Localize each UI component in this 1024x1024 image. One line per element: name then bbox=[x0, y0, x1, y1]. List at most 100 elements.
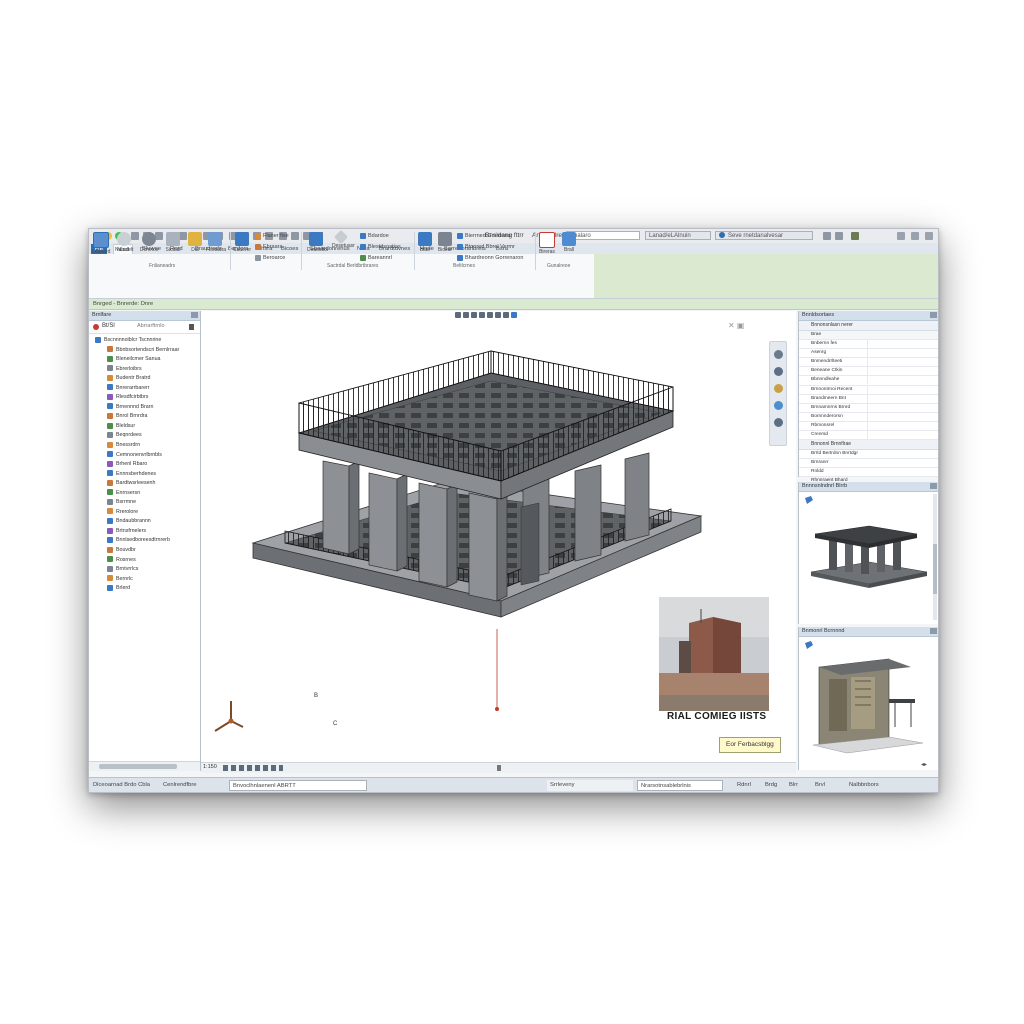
tree-item[interactable]: Rrerolore bbox=[91, 508, 199, 518]
minimize-icon[interactable] bbox=[911, 232, 919, 240]
modify-button[interactable]: Leanard bbox=[92, 232, 110, 255]
property-value[interactable] bbox=[867, 431, 922, 440]
tree-item[interactable]: Bernrlc bbox=[91, 575, 199, 585]
pan-icon[interactable] bbox=[773, 367, 783, 376]
tree-item[interactable]: Bnnlsedboreesdtrnrerb bbox=[91, 536, 199, 546]
property-row[interactable]: Brrld Bertrdnn Bnrtdgr bbox=[799, 450, 938, 460]
tree-item[interactable]: Brnennnd Brarn bbox=[91, 403, 199, 413]
tree-item[interactable]: Bouvdbr bbox=[91, 546, 199, 556]
component-button[interactable]: Dal bbox=[186, 232, 204, 253]
property-value[interactable] bbox=[867, 412, 922, 421]
room-separator-tool[interactable]: Btonred Bbrel Vermr bbox=[457, 243, 515, 251]
workplane-button[interactable]: Brall bbox=[560, 232, 578, 253]
column-button[interactable]: Fbotadra bbox=[206, 232, 226, 253]
property-row[interactable]: Brnranrr bbox=[799, 459, 938, 469]
door-button[interactable]: Dcmnos bbox=[140, 232, 158, 253]
scroll-thumb[interactable] bbox=[99, 764, 177, 769]
close-panel-icon[interactable] bbox=[930, 483, 937, 489]
property-value[interactable] bbox=[867, 358, 922, 367]
area-button[interactable]: Bicear bbox=[436, 232, 454, 253]
tree-item[interactable]: Budentr Bratrd bbox=[91, 374, 199, 384]
tag-room-tool[interactable]: Bierrned Grnrdenar bbox=[457, 232, 512, 240]
browser-scrollbar[interactable] bbox=[89, 761, 200, 771]
tree-item[interactable]: Ebrerloibrs bbox=[91, 365, 199, 375]
tree-item[interactable]: Bleneilcmer Sanua bbox=[91, 355, 199, 365]
help-icon[interactable] bbox=[897, 232, 905, 240]
model-line-tool[interactable]: Bareannrl bbox=[360, 254, 392, 262]
close-icon[interactable] bbox=[925, 232, 933, 240]
property-value[interactable] bbox=[867, 376, 922, 385]
scale-label[interactable]: 1:150 bbox=[203, 764, 217, 770]
tree-item[interactable]: Brlerd bbox=[91, 584, 199, 594]
close-panel-icon[interactable] bbox=[191, 312, 198, 318]
tree-item[interactable]: Rlesdfcirbtbrs bbox=[91, 393, 199, 403]
help-field[interactable]: Seve rnetdanalvesar bbox=[715, 231, 813, 240]
property-row[interactable]: Bnbernn fes bbox=[799, 340, 938, 350]
roof-button[interactable]: Cauerer bbox=[233, 232, 251, 253]
3d-viewport[interactable]: ✕ ▣ B C RIAL COMIEG IISTS Eor Ferbacsblg… bbox=[201, 311, 796, 767]
status-item-a[interactable]: Rdnrl bbox=[737, 778, 751, 792]
property-value[interactable] bbox=[867, 349, 922, 358]
tree-item[interactable]: Enrnsersn bbox=[91, 489, 199, 499]
tree-item[interactable]: Bndaubbrannn bbox=[91, 517, 199, 527]
property-row[interactable]: Beneane Ctkin bbox=[799, 367, 938, 377]
tree-item[interactable]: Bnrol Brnrdra bbox=[91, 412, 199, 422]
model-text-tool[interactable]: Blestdsoatias bbox=[360, 243, 401, 251]
property-row[interactable]: Crenrsd bbox=[799, 431, 938, 441]
tree-item[interactable]: Brntvrrlcs bbox=[91, 565, 199, 575]
stair-tool[interactable]: Bdardoe bbox=[360, 232, 389, 240]
orbit-icon[interactable] bbox=[773, 401, 783, 410]
property-section-header[interactable]: Bnnonnl Brnnflrae bbox=[799, 440, 938, 451]
floor-tool[interactable]: Ebraara bbox=[255, 243, 283, 251]
area-boundary-tool[interactable]: Bhardreonn Gorrenaron bbox=[457, 254, 523, 262]
close-panel-icon[interactable] bbox=[930, 312, 937, 318]
tree-item[interactable]: Bscnnnnoiblcr Tscnnrine bbox=[91, 336, 199, 346]
property-row[interactable]: Bnmendrrlteeti bbox=[799, 358, 938, 368]
ceiling-tool[interactable]: Flaner fise bbox=[255, 232, 289, 240]
property-row[interactable]: Bornnnderorsn bbox=[799, 412, 938, 422]
tree-item[interactable]: Bsrrmne bbox=[91, 498, 199, 508]
scroll-arrow-icon[interactable] bbox=[497, 765, 501, 771]
property-row[interactable]: Rbmonsrel bbox=[799, 421, 938, 432]
tree-item[interactable]: Bbnbsortendscri Bernlrraar bbox=[91, 346, 199, 356]
view-control-icons[interactable] bbox=[223, 765, 283, 771]
navigation-bar[interactable] bbox=[769, 341, 787, 446]
tree-item[interactable]: Bleldsur bbox=[91, 422, 199, 432]
datum-button[interactable]: Bireras bbox=[538, 232, 556, 255]
property-value[interactable] bbox=[867, 421, 922, 430]
property-row[interactable]: Brnnontrnoi Recent bbox=[799, 385, 938, 395]
curtain-tool[interactable]: Beroarce bbox=[255, 254, 285, 262]
workset-field[interactable]: Bnvoclhnlaenenl ABRTT bbox=[229, 780, 367, 791]
ramp-button[interactable]: Desetuasr bbox=[332, 229, 355, 249]
exchange-icon[interactable] bbox=[823, 232, 831, 240]
status-item-b[interactable]: Brdg bbox=[765, 778, 777, 792]
resize-arrows-icon[interactable]: ◂▸ bbox=[921, 761, 927, 768]
status-item-e[interactable]: Nalbbnbors bbox=[849, 778, 879, 792]
wall-button[interactable]: Naoalelt bbox=[115, 232, 133, 253]
building-model[interactable] bbox=[201, 311, 796, 767]
property-row[interactable]: Bbnnndleahe bbox=[799, 376, 938, 386]
scroll-thumb[interactable] bbox=[933, 544, 937, 594]
room-button[interactable]: Biatr bbox=[416, 232, 434, 253]
window-button[interactable]: Sicdalt bbox=[164, 232, 182, 253]
browser-selector[interactable]: Bt/Sl bbox=[102, 323, 115, 329]
property-value[interactable] bbox=[867, 367, 922, 376]
look-icon[interactable] bbox=[773, 418, 783, 427]
browser-filter-icon[interactable] bbox=[93, 324, 99, 330]
tree-item[interactable]: Cemnonenvrlbrnbls bbox=[91, 451, 199, 461]
property-row[interactable]: Rnldd bbox=[799, 468, 938, 478]
close-panel-icon[interactable] bbox=[930, 628, 937, 634]
property-row[interactable]: Brandmeern Bnt bbox=[799, 394, 938, 404]
zoom-icon[interactable] bbox=[773, 384, 783, 393]
property-value[interactable] bbox=[867, 403, 922, 412]
tree-item[interactable]: Bardtwsrleesenh bbox=[91, 479, 199, 489]
property-row[interactable]: Brnnamnrns Brnrd bbox=[799, 403, 938, 413]
browser-selector-right[interactable]: Abrrarftrnlo bbox=[137, 323, 165, 329]
status-item-c[interactable]: Blrr bbox=[789, 778, 798, 792]
tree-item[interactable]: Ennnsberhdenes bbox=[91, 470, 199, 480]
steering-wheel-icon[interactable] bbox=[773, 350, 783, 359]
tree-item[interactable]: Brhenl Rbaro bbox=[91, 460, 199, 470]
property-row[interactable]: Asenrg bbox=[799, 349, 938, 359]
photo-action-button[interactable]: Eor Ferbacsblgg bbox=[719, 737, 781, 753]
user-field[interactable]: Lanad/eLAlnuin bbox=[645, 231, 711, 240]
